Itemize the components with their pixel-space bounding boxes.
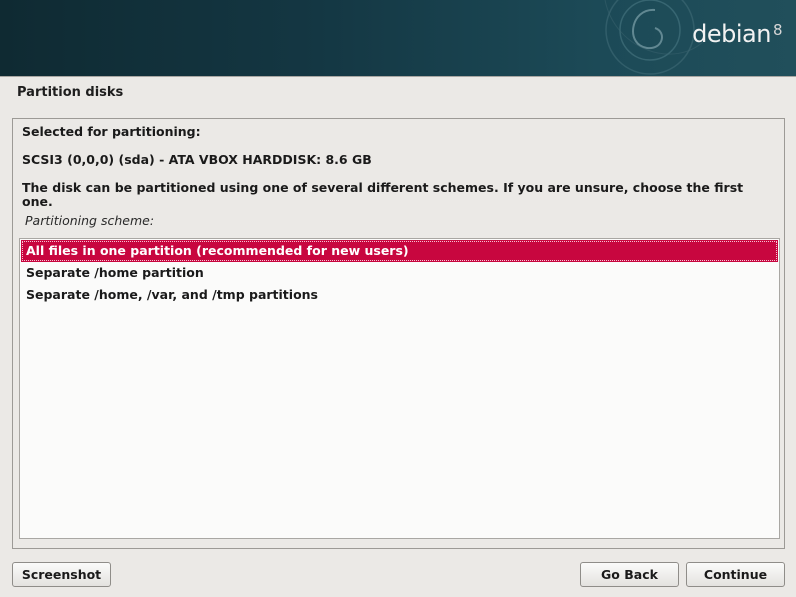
scheme-option-separate-home[interactable]: Separate /home partition — [21, 262, 778, 284]
go-back-button[interactable]: Go Back — [580, 562, 679, 587]
disk-label: SCSI3 (0,0,0) (sda) - ATA VBOX HARDDISK:… — [22, 152, 372, 167]
debian-logo: debian 8 — [692, 20, 782, 48]
selected-label: Selected for partitioning: — [22, 124, 201, 139]
scheme-option-separate-home-var-tmp[interactable]: Separate /home, /var, and /tmp partition… — [21, 284, 778, 306]
scheme-label: Partitioning scheme: — [25, 213, 155, 228]
banner-divider — [0, 76, 796, 77]
scheme-option-all-in-one[interactable]: All files in one partition (recommended … — [21, 240, 778, 262]
scheme-listbox[interactable]: All files in one partition (recommended … — [19, 238, 780, 539]
continue-button[interactable]: Continue — [686, 562, 785, 587]
page-title: Partition disks — [17, 85, 124, 100]
brand-version: 8 — [772, 21, 783, 39]
debian-banner: debian 8 — [0, 0, 796, 76]
brand-name: debian — [692, 20, 771, 48]
description-text: The disk can be partitioned using one of… — [22, 180, 744, 209]
content-frame: Selected for partitioning: SCSI3 (0,0,0)… — [12, 118, 785, 549]
screenshot-button[interactable]: Screenshot — [12, 562, 111, 587]
